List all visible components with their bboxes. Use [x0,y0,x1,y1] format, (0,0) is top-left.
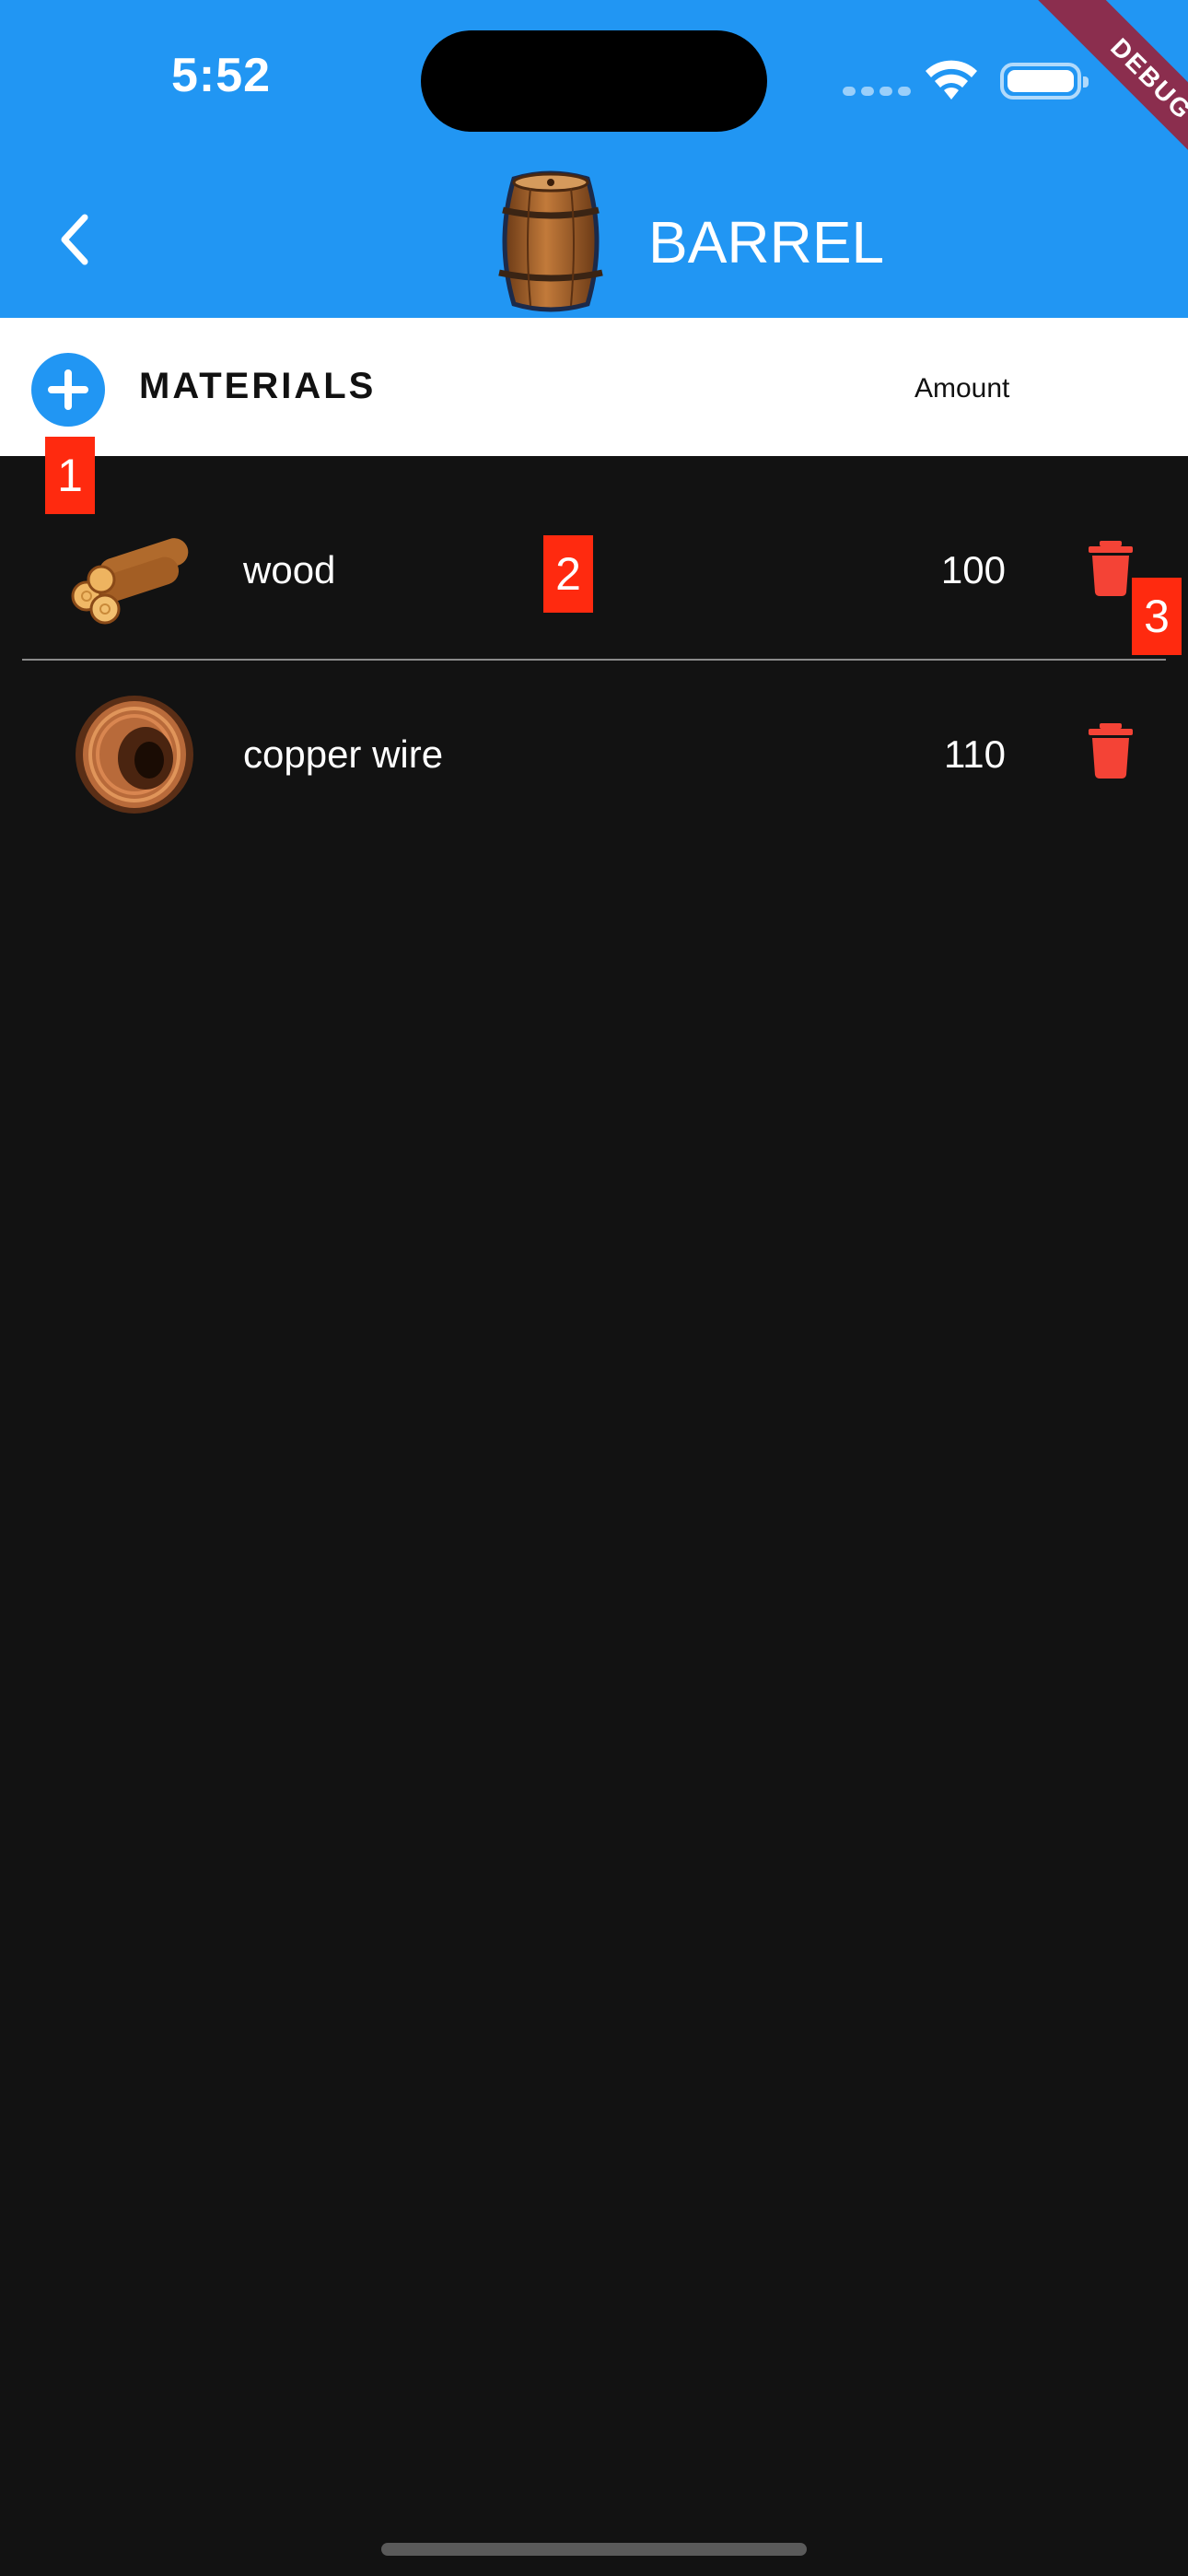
add-material-button[interactable] [31,353,105,427]
material-name: wood [243,548,336,591]
list-item[interactable]: wood 100 [0,456,1188,661]
annotation-badge: 1 [45,437,95,514]
home-indicator [381,2543,807,2556]
battery-icon [1000,63,1089,100]
copper-wire-spool-image [76,696,193,814]
materials-header: MATERIALS Amount [0,318,1188,456]
chevron-left-icon [61,214,88,265]
annotation-badge: 2 [543,535,593,613]
material-name: copper wire [243,732,444,776]
status-time: 5:52 [171,49,272,102]
wood-logs-image [71,538,189,625]
back-button[interactable] [37,203,111,276]
page-title: BARREL [648,209,885,275]
app-top-area: 5:52 DEBUG BARREL [0,0,1188,318]
dynamic-island [421,30,767,132]
trash-icon[interactable] [1087,723,1135,779]
barrel-image [498,170,603,312]
section-title: MATERIALS [139,366,377,406]
wifi-icon [926,60,977,100]
material-amount: 100 [940,548,1006,591]
material-amount: 110 [944,732,1006,776]
trash-icon[interactable] [1087,541,1135,596]
plus-icon [48,369,88,410]
amount-column-header: Amount [914,373,1010,404]
annotation-badge: 3 [1132,578,1182,655]
cellular-signal-icon [843,87,911,96]
list-item[interactable]: copper wire 110 [0,661,1188,841]
